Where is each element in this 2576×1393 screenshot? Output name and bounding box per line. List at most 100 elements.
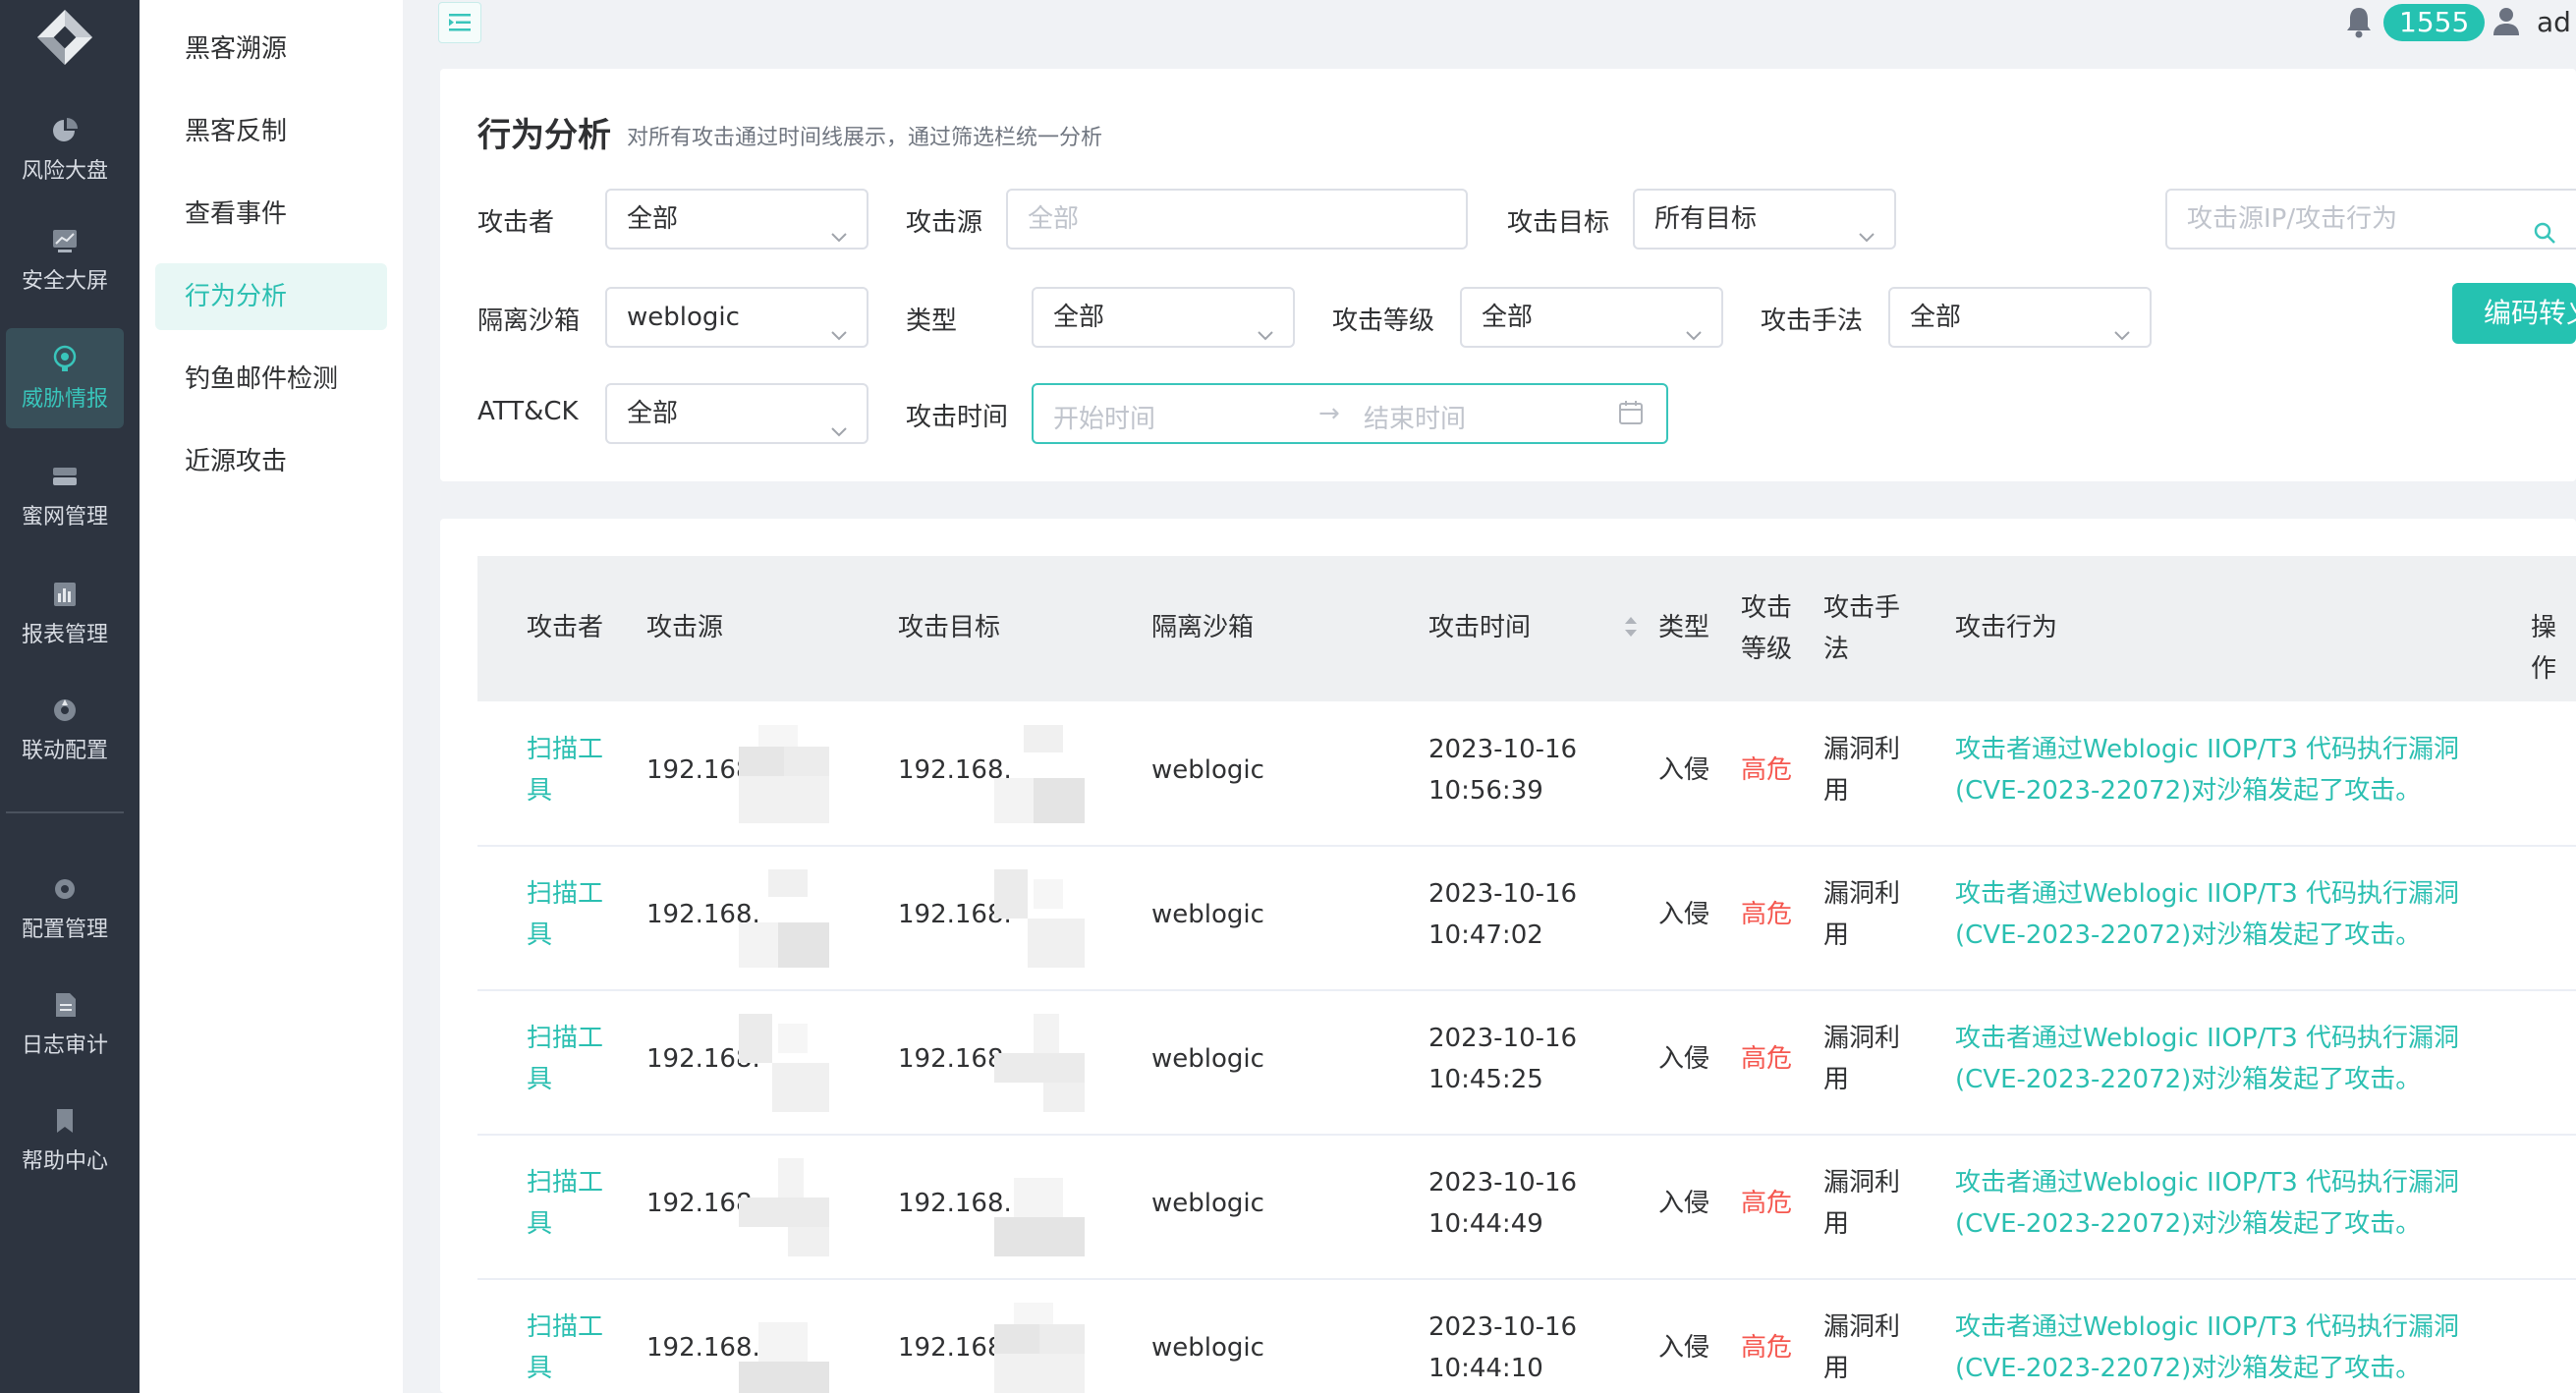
- user-icon[interactable]: [2492, 6, 2521, 37]
- bell-icon[interactable]: [2342, 4, 2376, 39]
- ip-mosaic: [994, 869, 1085, 968]
- rail-item-threat-intel[interactable]: 威胁情报: [6, 328, 124, 428]
- level-cell: 高危: [1741, 1333, 1793, 1363]
- rail-item-label: 蜜网管理: [21, 505, 108, 529]
- start-time-input[interactable]: 开始时间: [1053, 399, 1155, 435]
- ip-mosaic: [739, 1014, 829, 1112]
- submenu-item-phishing[interactable]: 钓鱼邮件检测: [155, 346, 387, 413]
- rail-divider: [6, 811, 124, 813]
- rail-item-log-audit[interactable]: 日志审计: [6, 975, 124, 1075]
- col-time[interactable]: 攻击时间: [1428, 607, 1531, 648]
- col-sandbox: 隔离沙箱: [1151, 613, 1255, 642]
- collapse-menu-button[interactable]: [438, 2, 481, 43]
- chevron-down-icon: [829, 405, 849, 437]
- top-bar: 1555 ad: [403, 0, 2576, 49]
- search-icon[interactable]: [2533, 208, 2556, 244]
- encode-escape-button[interactable]: 编码转义: [2452, 283, 2576, 344]
- type-cell: 入侵: [1658, 900, 1710, 929]
- line-chart-icon: [50, 226, 80, 255]
- page-title: 行为分析: [477, 116, 611, 155]
- behavior-cell-line2[interactable]: (CVE-2023-22072)对沙箱发起了攻击。: [1955, 915, 2421, 956]
- level-label: 攻击等级: [1332, 306, 1435, 336]
- col-target: 攻击目标: [898, 613, 1001, 642]
- sandbox-label: 隔离沙箱: [477, 306, 581, 336]
- col-attacker: 攻击者: [527, 613, 604, 642]
- behavior-cell-line2[interactable]: (CVE-2023-22072)对沙箱发起了攻击。: [1955, 1203, 2421, 1245]
- table-row: 扫描工具 192.168. 192.168. weblogic 2023-10-16 10…: [477, 701, 2576, 847]
- behavior-cell-line1[interactable]: 攻击者通过Weblogic IIOP/T3 代码执行漏洞: [1955, 1307, 2459, 1348]
- type-cell: 入侵: [1658, 1044, 1710, 1074]
- source-input[interactable]: 全部: [1006, 189, 1468, 250]
- attacker-select[interactable]: 全部: [605, 189, 868, 250]
- method-cell-line1: 漏洞利: [1823, 735, 1901, 764]
- behavior-cell-line2[interactable]: (CVE-2023-22072)对沙箱发起了攻击。: [1955, 770, 2421, 811]
- ip-mosaic: [739, 1158, 829, 1256]
- submenu-item-hacker-trace[interactable]: 黑客溯源: [155, 16, 387, 83]
- attacker-cell-line1[interactable]: 扫描工: [527, 729, 603, 770]
- col-source: 攻击源: [646, 613, 724, 642]
- time-cell: 10:44:49: [1428, 1209, 1543, 1239]
- rail-item-report[interactable]: 报表管理: [6, 564, 124, 664]
- attacker-cell-line2[interactable]: 具: [527, 915, 552, 956]
- end-time-input[interactable]: 结束时间: [1364, 399, 1466, 435]
- method-cell-line1: 漏洞利: [1823, 1024, 1901, 1053]
- submenu-item-near-source[interactable]: 近源攻击: [155, 428, 387, 495]
- date-range-picker[interactable]: 开始时间 → 结束时间: [1032, 383, 1668, 444]
- filter-panel: 行为分析 对所有攻击通过时间线展示，通过筛选栏统一分析 攻击者 全部 攻击源 全…: [440, 69, 2576, 481]
- col-method-line2: 法: [1823, 635, 1850, 664]
- sub-menu: 黑客溯源 黑客反制 查看事件 行为分析 钓鱼邮件检测 近源攻击: [140, 0, 403, 1393]
- rail-item-security-screen[interactable]: 安全大屏: [6, 210, 124, 310]
- main-nav-rail: 风险大盘 安全大屏 威胁情报 蜜网管理 报表管理 联动配置 配置管理 日志审计 …: [0, 0, 140, 1393]
- time-cell: 10:56:39: [1428, 776, 1543, 806]
- behavior-cell-line1[interactable]: 攻击者通过Weblogic IIOP/T3 代码执行漏洞: [1955, 1018, 2459, 1059]
- method-label: 攻击手法: [1761, 306, 1864, 336]
- rail-item-config[interactable]: 配置管理: [6, 859, 124, 959]
- results-table: 攻击者 攻击源 攻击目标 隔离沙箱 攻击时间 类型 攻击 等级 攻击手 法 攻击…: [440, 519, 2576, 1393]
- behavior-cell-line1[interactable]: 攻击者通过Weblogic IIOP/T3 代码执行漏洞: [1955, 1162, 2459, 1203]
- notification-badge[interactable]: 1555: [2383, 4, 2486, 41]
- logo: [35, 8, 94, 67]
- type-select[interactable]: 全部: [1032, 287, 1295, 348]
- attck-select[interactable]: 全部: [605, 383, 868, 444]
- attacker-cell-line2[interactable]: 具: [527, 1059, 552, 1100]
- target-select[interactable]: 所有目标: [1633, 189, 1896, 250]
- sandbox-cell: weblogic: [1151, 1333, 1264, 1363]
- chevron-down-icon: [1684, 308, 1704, 341]
- behavior-cell-line2[interactable]: (CVE-2023-22072)对沙箱发起了攻击。: [1955, 1348, 2421, 1389]
- attacker-cell-line2[interactable]: 具: [527, 1203, 552, 1245]
- method-cell-line2: 用: [1823, 1354, 1850, 1383]
- behavior-cell-line1[interactable]: 攻击者通过Weblogic IIOP/T3 代码执行漏洞: [1955, 729, 2459, 770]
- user-name[interactable]: ad: [2537, 6, 2571, 38]
- col-method-line1: 攻击手: [1823, 593, 1901, 623]
- level-cell: 高危: [1741, 755, 1793, 785]
- submenu-item-counter[interactable]: 黑客反制: [155, 98, 387, 165]
- method-cell-line2: 用: [1823, 776, 1850, 806]
- search-input[interactable]: 攻击源IP/攻击行为: [2165, 189, 2576, 250]
- attacker-cell-line1[interactable]: 扫描工: [527, 873, 603, 915]
- sandbox-select[interactable]: weblogic: [605, 287, 868, 348]
- table-row: 扫描工具 192.168. 192.168. weblogic 2023-10-16 10…: [477, 846, 2576, 991]
- sort-icon[interactable]: [1623, 611, 1639, 642]
- rail-item-risk-dashboard[interactable]: 风险大盘: [6, 100, 124, 200]
- behavior-cell-line1[interactable]: 攻击者通过Weblogic IIOP/T3 代码执行漏洞: [1955, 873, 2459, 915]
- log-icon: [50, 990, 80, 1020]
- attacker-cell-line2[interactable]: 具: [527, 770, 552, 811]
- attacker-cell-line1[interactable]: 扫描工: [527, 1307, 603, 1348]
- submenu-item-behavior-analysis[interactable]: 行为分析: [155, 263, 387, 330]
- level-select[interactable]: 全部: [1460, 287, 1723, 348]
- rail-item-honeynet[interactable]: 蜜网管理: [6, 446, 124, 546]
- attacker-cell-line1[interactable]: 扫描工: [527, 1162, 603, 1203]
- date-cell: 2023-10-16: [1428, 1024, 1578, 1053]
- linkage-icon: [50, 696, 80, 725]
- attacker-cell-line2[interactable]: 具: [527, 1348, 552, 1389]
- submenu-item-events[interactable]: 查看事件: [155, 181, 387, 248]
- rail-item-linkage[interactable]: 联动配置: [6, 680, 124, 780]
- behavior-cell-line2[interactable]: (CVE-2023-22072)对沙箱发起了攻击。: [1955, 1059, 2421, 1100]
- sandbox-cell: weblogic: [1151, 1189, 1264, 1218]
- method-select[interactable]: 全部: [1888, 287, 2152, 348]
- attacker-cell-line1[interactable]: 扫描工: [527, 1018, 603, 1059]
- rail-item-help[interactable]: 帮助中心: [6, 1090, 124, 1191]
- report-icon: [50, 580, 80, 609]
- target-label: 攻击目标: [1507, 208, 1610, 238]
- honeynet-icon: [50, 462, 80, 491]
